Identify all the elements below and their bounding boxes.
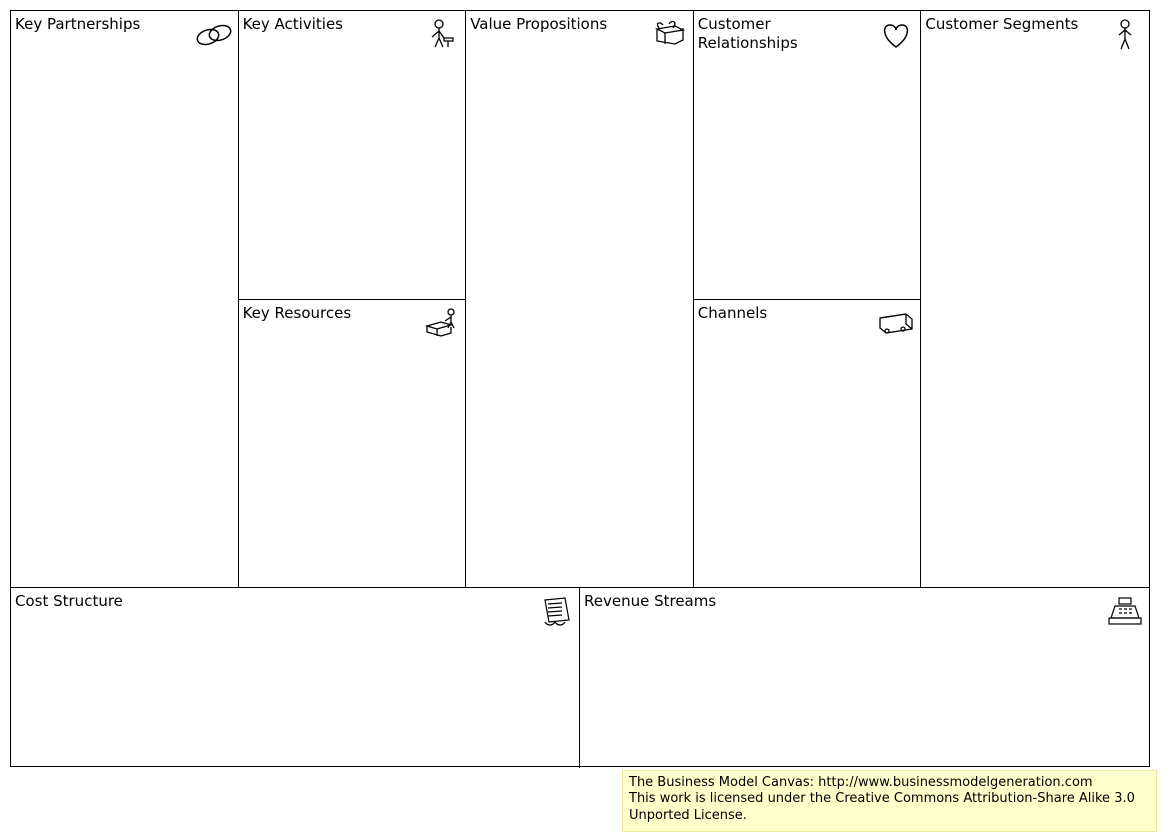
title-key-activities: Key Activities <box>243 15 343 34</box>
cell-key-resources: Key Resources <box>239 299 466 588</box>
attribution-box: The Business Model Canvas: http://www.bu… <box>622 770 1157 832</box>
truck-icon <box>876 306 916 342</box>
worker-icon <box>421 17 461 53</box>
cash-register-icon <box>1105 594 1145 630</box>
cell-value-propositions: Value Propositions <box>466 11 694 587</box>
title-customer-segments: Customer Segments <box>925 15 1078 34</box>
cell-key-activities: Key Activities <box>239 11 466 299</box>
link-rings-icon <box>194 17 234 53</box>
title-key-resources: Key Resources <box>243 304 352 323</box>
cell-cost-structure: Cost Structure <box>11 588 580 768</box>
cell-key-partnerships: Key Partnerships <box>11 11 239 587</box>
top-row: Key Partnerships Key Activities Key Reso… <box>11 11 1149 587</box>
bottom-row: Cost Structure Revenue Streams <box>11 587 1149 768</box>
attribution-line2: This work is licensed under the Creative… <box>629 791 1150 824</box>
title-value-propositions: Value Propositions <box>470 15 607 34</box>
business-model-canvas: Key Partnerships Key Activities Key Reso… <box>10 10 1150 767</box>
title-key-partnerships: Key Partnerships <box>15 15 140 34</box>
cell-customer-relationships: Customer Relationships <box>694 11 921 299</box>
title-revenue-streams: Revenue Streams <box>584 592 716 611</box>
cell-channels: Channels <box>694 299 921 588</box>
title-channels: Channels <box>698 304 767 323</box>
attribution-line1: The Business Model Canvas: http://www.bu… <box>629 775 1150 791</box>
title-cost-structure: Cost Structure <box>15 592 123 611</box>
person-icon <box>1105 17 1145 53</box>
page: Key Partnerships Key Activities Key Reso… <box>0 0 1161 837</box>
column-key-activities-resources: Key Activities Key Resources <box>239 11 467 587</box>
cell-customer-segments: Customer Segments <box>921 11 1149 587</box>
heart-icon <box>876 17 916 53</box>
receipt-icon <box>535 594 575 630</box>
resource-box-icon <box>421 306 461 342</box>
title-customer-relationships: Customer Relationships <box>698 15 858 53</box>
column-relationships-channels: Customer Relationships Channels <box>694 11 922 587</box>
cell-revenue-streams: Revenue Streams <box>580 588 1149 768</box>
gift-box-icon <box>649 17 689 53</box>
